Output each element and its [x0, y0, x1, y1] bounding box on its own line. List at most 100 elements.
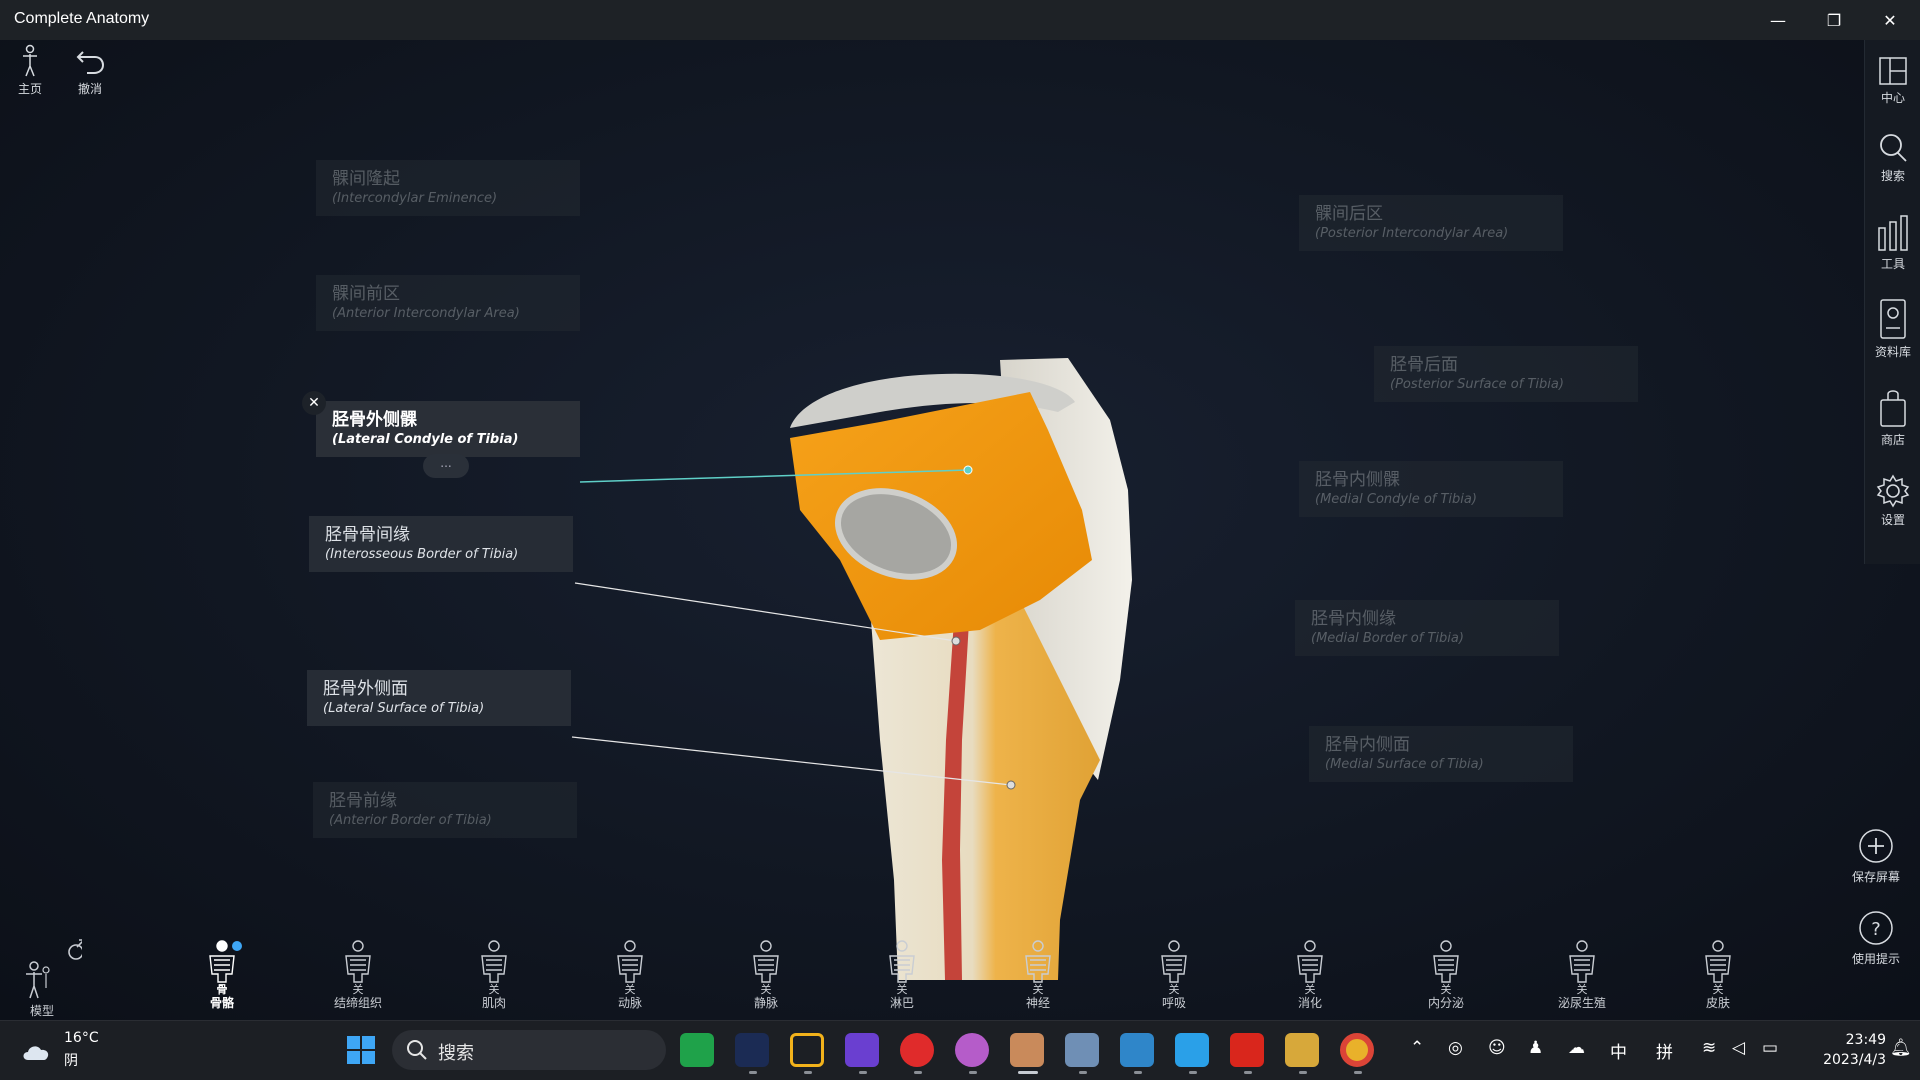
ime-mode[interactable]: 拼	[1656, 1038, 1673, 1063]
app-icon-netease-music[interactable]	[900, 1033, 934, 1067]
label-anterior-border[interactable]: 胫骨前缘 (Anterior Border of Tibia)	[313, 782, 577, 838]
app-icon-media[interactable]	[955, 1033, 989, 1067]
label-posterior-intercondylar-area[interactable]: 髁间后区 (Posterior Intercondylar Area)	[1299, 195, 1563, 251]
chevron-up-icon[interactable]: ⌃	[1410, 1038, 1424, 1058]
plus-circle-icon	[1859, 829, 1893, 863]
undo-button[interactable]: 撤消	[68, 44, 112, 97]
body-system-icon	[1705, 940, 1731, 983]
clock[interactable]: 23:49 2023/4/3	[1800, 1030, 1886, 1070]
save-screen-button[interactable]: 保存屏幕	[1836, 828, 1916, 885]
system-state-label: 关	[1168, 983, 1180, 996]
sidebar-item-library[interactable]: 资料库	[1865, 298, 1920, 360]
save-screen-label: 保存屏幕	[1851, 870, 1900, 884]
system-toggle-0[interactable]: 骨骨骼	[182, 940, 262, 1016]
sidebar-item-center[interactable]: 中心	[1865, 56, 1920, 106]
system-name-label: 肌肉	[481, 996, 506, 1010]
app-icon-chrome[interactable]	[1340, 1033, 1374, 1067]
body-system-icon	[1161, 940, 1187, 983]
tibia-model[interactable]	[0, 40, 1920, 1020]
weather-temp: 16°C	[64, 1030, 99, 1046]
sidebar-label-library: 资料库	[1874, 345, 1911, 359]
home-button[interactable]: 主页	[8, 44, 52, 97]
wifi-icon[interactable]: ≋	[1702, 1038, 1716, 1058]
right-sidebar: 中心 搜索 工具 资料库 商店 设置	[1864, 40, 1920, 564]
cat-icon[interactable]: ☺	[1488, 1038, 1506, 1058]
title-bar: Complete Anatomy — ❐ ✕	[0, 0, 1920, 40]
clock-date: 2023/4/3	[1823, 1052, 1886, 1068]
notification-bell-icon[interactable]: 🔔︎	[1890, 1038, 1912, 1058]
label-en: (Lateral Surface of Tibia)	[323, 701, 485, 716]
library-icon	[1880, 299, 1906, 339]
onedrive-icon[interactable]: ☁	[1568, 1038, 1585, 1058]
label-en: (Medial Surface of Tibia)	[1325, 757, 1484, 772]
app-icon-monitor[interactable]	[1120, 1033, 1154, 1067]
volume-icon[interactable]: ◁	[1732, 1038, 1745, 1058]
pin-interosseous[interactable]	[951, 636, 961, 646]
system-toggle-9[interactable]: 关内分泌	[1406, 940, 1486, 1016]
label-interosseous-border[interactable]: 胫骨骨间缘 (Interosseous Border of Tibia)	[309, 516, 573, 572]
label-intercondylar-eminence[interactable]: 髁间隆起 (Intercondylar Eminence)	[316, 160, 580, 216]
ime-language[interactable]: 中	[1610, 1038, 1627, 1063]
running-indicator	[859, 1071, 867, 1074]
taskbar-search[interactable]: 搜索	[392, 1030, 666, 1070]
model-button[interactable]: 模型	[0, 936, 84, 1018]
app-icon-grammarly[interactable]	[790, 1033, 824, 1067]
app-icon-game[interactable]	[735, 1033, 769, 1067]
label-posterior-surface[interactable]: 胫骨后面 (Posterior Surface of Tibia)	[1374, 346, 1638, 402]
system-toggle-2[interactable]: 关肌肉	[454, 940, 534, 1016]
label-lateral-surface[interactable]: 胫骨外侧面 (Lateral Surface of Tibia)	[307, 670, 571, 726]
app-icon-complete-anatomy[interactable]	[1010, 1033, 1044, 1067]
system-toggle-5[interactable]: 关淋巴	[862, 940, 942, 1016]
minimize-button[interactable]: —	[1750, 0, 1806, 40]
3d-viewport[interactable]	[0, 40, 1920, 1020]
system-toggle-3[interactable]: 关动脉	[590, 940, 670, 1016]
penguin-icon[interactable]: ♟	[1528, 1038, 1543, 1058]
sidebar-label-shop: 商店	[1880, 433, 1905, 447]
label-medial-border[interactable]: 胫骨内侧缘 (Medial Border of Tibia)	[1295, 600, 1559, 656]
label-more-button[interactable]: ...	[423, 454, 469, 478]
pin-lateral-condyle[interactable]	[963, 465, 973, 475]
close-window-button[interactable]: ✕	[1862, 0, 1918, 40]
battery-icon[interactable]: ▭	[1762, 1038, 1778, 1058]
tips-button[interactable]: ? 使用提示	[1836, 910, 1916, 967]
label-medial-surface[interactable]: 胫骨内侧面 (Medial Surface of Tibia)	[1309, 726, 1573, 782]
app-icon-sheets[interactable]	[680, 1033, 714, 1067]
window-title: Complete Anatomy	[14, 10, 150, 27]
app-icon-acrobat[interactable]	[1230, 1033, 1264, 1067]
system-toggle-1[interactable]: 关结缔组织	[318, 940, 398, 1016]
sidebar-item-shop[interactable]: 商店	[1865, 388, 1920, 448]
label-cn: 胫骨内侧缘	[1311, 609, 1396, 629]
system-toggle-11[interactable]: 关皮肤	[1678, 940, 1758, 1016]
system-toggle-7[interactable]: 关呼吸	[1134, 940, 1214, 1016]
sidebar-item-settings[interactable]: 设置	[1865, 474, 1920, 528]
running-indicator	[1189, 1071, 1197, 1074]
body-system-icon	[753, 940, 779, 983]
app-icon-paint[interactable]	[1175, 1033, 1209, 1067]
sidebar-item-tools[interactable]: 工具	[1865, 212, 1920, 272]
system-toggle-10[interactable]: 关泌尿生殖	[1542, 940, 1622, 1016]
sidebar-label-search: 搜索	[1880, 169, 1905, 183]
app-icon-obsidian[interactable]	[845, 1033, 879, 1067]
system-name-label: 皮肤	[1705, 996, 1730, 1010]
running-indicator	[1134, 1071, 1142, 1074]
sidebar-item-search[interactable]: 搜索	[1865, 132, 1920, 184]
restore-button[interactable]: ❐	[1806, 0, 1862, 40]
label-medial-condyle[interactable]: 胫骨内侧髁 (Medial Condyle of Tibia)	[1299, 461, 1563, 517]
pin-lateral-surface[interactable]	[1006, 780, 1016, 790]
system-toggle-8[interactable]: 关消化	[1270, 940, 1350, 1016]
system-toggle-6[interactable]: 关神经	[998, 940, 1078, 1016]
body-system-icon	[481, 940, 507, 983]
system-state-label: 骨	[216, 983, 228, 996]
label-cn: 胫骨外侧髁	[332, 410, 417, 430]
app-icon-tools[interactable]	[1065, 1033, 1099, 1067]
camera-icon[interactable]: ◎	[1448, 1038, 1463, 1058]
tools-icon	[1878, 215, 1908, 251]
label-anterior-intercondylar-area[interactable]: 髁间前区 (Anterior Intercondylar Area)	[316, 275, 580, 331]
system-toggle-4[interactable]: 关静脉	[726, 940, 806, 1016]
app-icon-scholar[interactable]	[1285, 1033, 1319, 1067]
label-lateral-condyle[interactable]: 胫骨外侧髁 (Lateral Condyle of Tibia)	[316, 401, 580, 457]
label-close-button[interactable]: ✕	[302, 391, 326, 415]
search-icon	[1880, 134, 1907, 162]
start-button[interactable]	[344, 1033, 378, 1067]
tips-label: 使用提示	[1851, 952, 1900, 966]
